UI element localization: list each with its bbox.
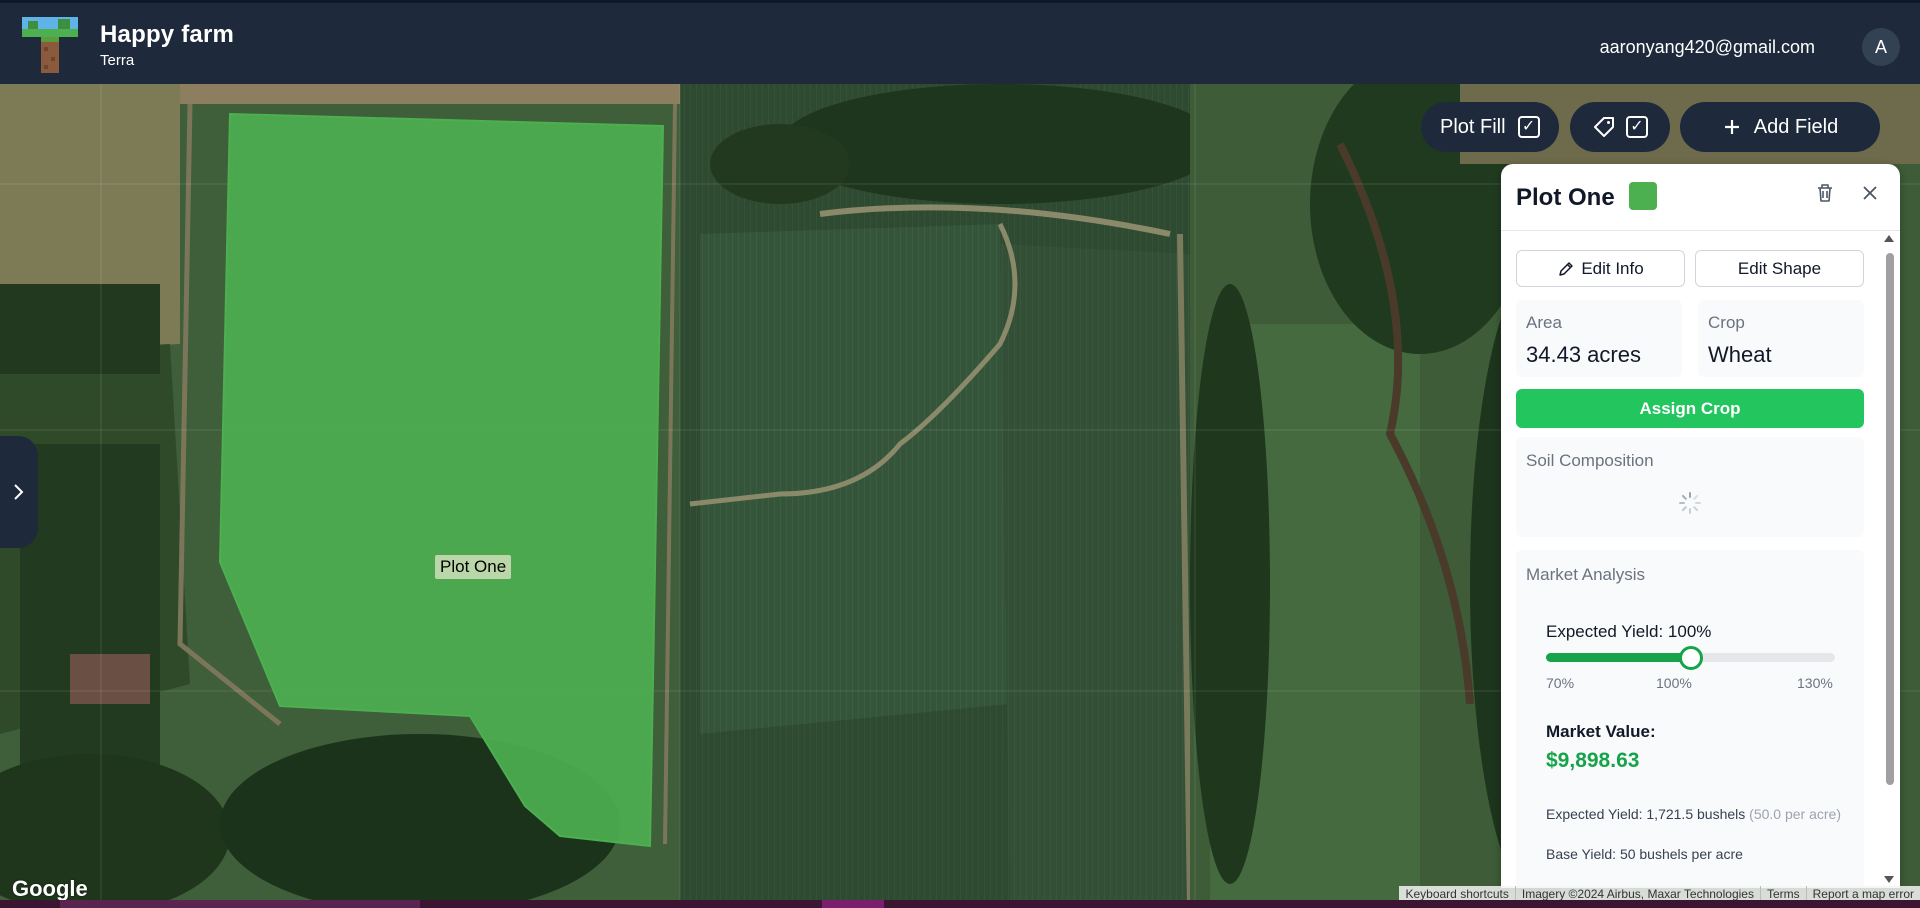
sidebar-expand-button[interactable]: [0, 436, 38, 548]
user-email: aaronyang420@gmail.com: [1599, 37, 1815, 57]
loading-spinner-icon: [1679, 492, 1701, 514]
yield-slider-fill: [1546, 653, 1691, 662]
expected-yield-total: Expected Yield: 1,721.5 bushels: [1546, 806, 1746, 822]
crop-value: Wheat: [1708, 342, 1772, 367]
slider-tick-max: 130%: [1797, 675, 1833, 691]
plot-fill-toggle[interactable]: Plot Fill ✓: [1421, 102, 1559, 152]
avatar[interactable]: A: [1862, 28, 1900, 66]
slider-tick-min: 70%: [1546, 675, 1575, 691]
labels-toggle[interactable]: ✓: [1570, 102, 1670, 152]
scroll-up-arrow-icon[interactable]: [1884, 235, 1894, 242]
base-yield-detail: Base Yield: 50 bushels per acre: [1546, 846, 1743, 862]
bottom-strip: [0, 900, 1920, 908]
app-title: Happy farm: [100, 21, 235, 48]
yield-slider[interactable]: [1546, 646, 1835, 670]
market-analysis-card: Market Analysis Expected Yield: 100% 70%…: [1516, 550, 1864, 888]
panel-scrollbar-thumb[interactable]: [1886, 253, 1894, 785]
area-value: 34.43 acres: [1526, 342, 1641, 367]
plus-icon: [1724, 120, 1739, 134]
soil-composition-card: Soil Composition: [1516, 437, 1864, 537]
google-logo: Google: [12, 876, 88, 901]
expected-yield-detail: Expected Yield: 1,721.5 bushels (50.0 pe…: [1546, 804, 1846, 824]
edit-shape-button[interactable]: Edit Shape: [1695, 250, 1864, 287]
crop-label: Crop: [1708, 313, 1745, 332]
plot-color-swatch[interactable]: [1629, 182, 1657, 210]
area-card: Area 34.43 acres: [1516, 300, 1682, 377]
slider-tick-mid: 100%: [1656, 675, 1692, 691]
top-bar: Happy farm Terra aaronyang420@gmail.com …: [0, 0, 1920, 84]
area-label: Area: [1526, 313, 1562, 332]
assign-crop-button[interactable]: Assign Crop: [1516, 389, 1864, 428]
app-subtitle: Terra: [100, 52, 135, 69]
add-field-label: Add Field: [1753, 115, 1839, 138]
panel-header: Plot One: [1501, 164, 1900, 231]
plot-fill-label: Plot Fill: [1440, 115, 1506, 138]
plot-details-panel: Plot One Edit Info Edit Shape Area 34.43…: [1501, 164, 1900, 888]
checkmark-icon: ✓: [1521, 118, 1536, 135]
market-value-label: Market Value:: [1546, 722, 1656, 741]
chevron-right-icon: [14, 484, 24, 500]
app-logo-icon[interactable]: [20, 15, 80, 75]
pencil-icon: [1559, 261, 1574, 276]
brand: Happy farm Terra: [100, 21, 234, 69]
edit-shape-label: Edit Shape: [1737, 258, 1822, 278]
tag-icon: [1594, 117, 1614, 137]
bottom-strip-segment: [60, 900, 420, 908]
checkmark-icon: ✓: [1630, 118, 1644, 135]
panel-body[interactable]: Edit Info Edit Shape Area 34.43 acres Cr…: [1501, 231, 1900, 888]
yield-slider-thumb[interactable]: [1678, 646, 1703, 670]
crop-card: Crop Wheat: [1698, 300, 1864, 377]
soil-composition-title: Soil Composition: [1526, 451, 1654, 470]
market-value: $9,898.63: [1546, 749, 1640, 772]
edit-info-label: Edit Info: [1581, 258, 1644, 278]
scroll-down-arrow-icon[interactable]: [1884, 876, 1894, 883]
expected-yield-per-acre: (50.0 per acre): [1749, 806, 1841, 822]
market-analysis-title: Market Analysis: [1526, 565, 1646, 584]
plot-fill-checkbox[interactable]: ✓: [1517, 116, 1540, 138]
panel-title: Plot One: [1516, 184, 1615, 211]
trash-icon[interactable]: [1813, 181, 1837, 205]
bottom-strip-segment: [822, 900, 884, 908]
labels-checkbox[interactable]: ✓: [1626, 116, 1648, 138]
plot-one-label[interactable]: Plot One: [435, 555, 512, 579]
close-icon[interactable]: [1858, 181, 1882, 205]
edit-info-button[interactable]: Edit Info: [1516, 250, 1685, 287]
map-canvas[interactable]: Plot One Plot Fill ✓ ✓ Add Field Plot On…: [0, 84, 1920, 908]
expected-yield-label: Expected Yield: 100%: [1546, 622, 1712, 641]
add-field-button[interactable]: Add Field: [1680, 102, 1880, 152]
